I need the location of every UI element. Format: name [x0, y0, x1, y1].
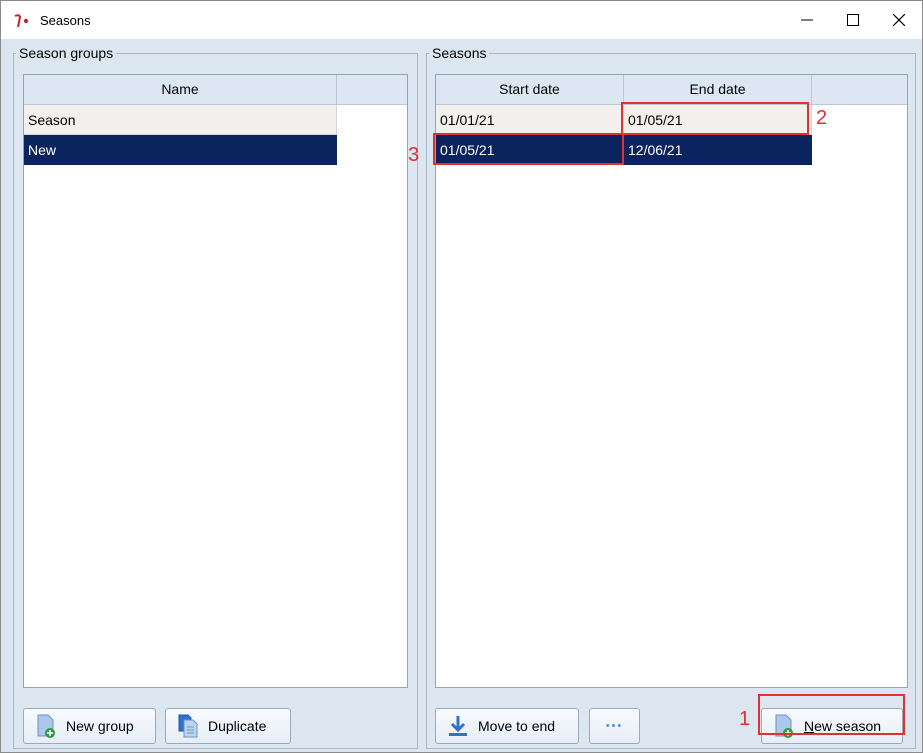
new-document-icon: [34, 714, 58, 738]
column-header-end-date[interactable]: End date: [624, 75, 812, 104]
season-groups-header: Name: [24, 75, 407, 105]
start-date-cell[interactable]: 01/01/21: [436, 105, 624, 135]
seasons-legend: Seasons: [429, 44, 490, 62]
end-date-cell[interactable]: 12/06/21: [624, 135, 812, 165]
app-logo-icon: [13, 13, 31, 29]
new-group-label: New group: [66, 718, 134, 734]
seasons-header: Start date End date: [436, 75, 907, 105]
season-groups-legend: Season groups: [16, 44, 117, 62]
seasons-table[interactable]: Start date End date 01/01/21 01/05/21 01…: [435, 74, 908, 688]
close-icon: [893, 14, 905, 26]
title-bar[interactable]: Seasons: [1, 1, 922, 39]
season-groups-panel: Season groups Name Season New New group …: [13, 44, 418, 749]
annotation-box-3: [433, 133, 624, 165]
arrow-down-to-line-icon: [446, 714, 470, 738]
annotation-box-2: [621, 102, 809, 135]
annotation-number-1: 1: [739, 708, 751, 730]
season-groups-table[interactable]: Name Season New: [23, 74, 408, 688]
minimize-icon: [801, 19, 813, 21]
annotation-number-2: 2: [816, 107, 828, 129]
more-options-button[interactable]: •••: [589, 708, 640, 744]
close-button[interactable]: [876, 1, 922, 39]
group-name-cell[interactable]: Season: [24, 105, 337, 135]
maximize-button[interactable]: [830, 1, 876, 39]
annotation-number-3: 3: [408, 144, 420, 166]
seasons-window: Seasons Season groups Name Season New Ne…: [0, 0, 923, 753]
column-header-name[interactable]: Name: [24, 75, 337, 104]
window-title: Seasons: [40, 13, 91, 28]
column-header-start-date[interactable]: Start date: [436, 75, 624, 104]
client-area: Season groups Name Season New New group …: [1, 39, 922, 752]
duplicate-button[interactable]: Duplicate: [165, 708, 291, 744]
group-name-cell[interactable]: New: [24, 135, 337, 165]
duplicate-label: Duplicate: [208, 718, 267, 734]
table-row[interactable]: Season: [24, 105, 337, 135]
duplicate-icon: [176, 714, 200, 738]
minimize-button[interactable]: [784, 1, 830, 39]
annotation-box-1: [758, 694, 905, 735]
move-to-end-button[interactable]: Move to end: [435, 708, 579, 744]
new-group-button[interactable]: New group: [23, 708, 156, 744]
maximize-icon: [847, 14, 859, 26]
table-row[interactable]: New: [24, 135, 337, 165]
ellipsis-icon: •••: [605, 720, 624, 732]
move-to-end-label: Move to end: [478, 718, 556, 734]
